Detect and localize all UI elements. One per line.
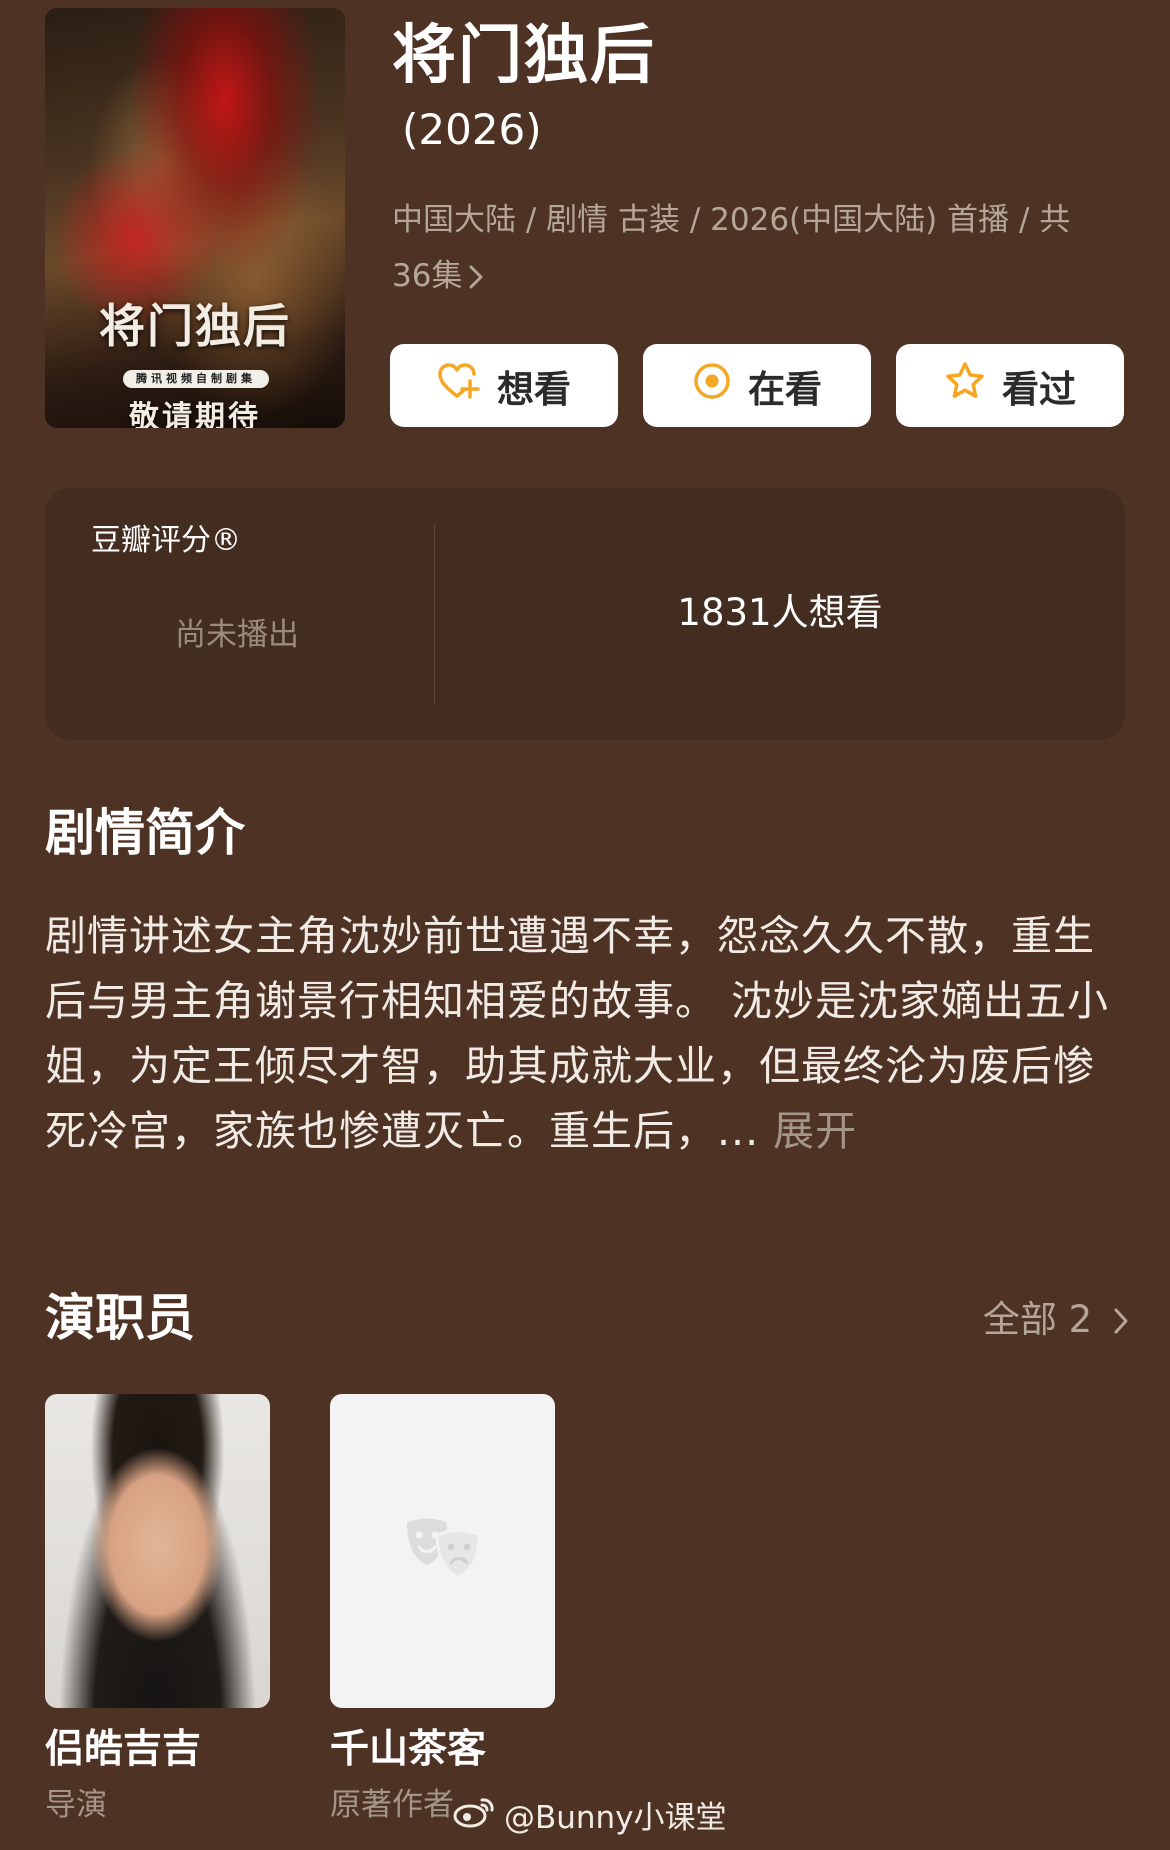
chevron-right-icon	[1104, 1298, 1130, 1341]
poster-image[interactable]: 将门独后 腾讯视频自制剧集 敬请期待	[45, 8, 345, 428]
cast-title: 演职员	[45, 1289, 195, 1347]
weibo-icon	[452, 1794, 504, 1841]
rating-status: 尚未播出	[175, 617, 299, 653]
view-all-label: 全部 2	[982, 1298, 1093, 1341]
cast-photo-author[interactable]	[330, 1394, 555, 1708]
cast-name[interactable]: 侣皓吉吉	[45, 1722, 201, 1778]
view-all-cast-link[interactable]: 全部 2	[983, 1292, 1130, 1348]
poster-title: 将门独后	[99, 299, 291, 353]
synopsis-title: 剧情简介	[45, 804, 245, 862]
cast-photo-director[interactable]	[45, 1394, 270, 1708]
watermark-text: @Bunny小课堂	[504, 1799, 727, 1836]
meta-text: 中国大陆 / 剧情 古装 / 2026(中国大陆) 首播 / 共 36集	[392, 202, 1071, 294]
page-title: 将门独后	[392, 19, 656, 93]
target-circle-icon	[692, 361, 748, 410]
watching-button[interactable]: 在看	[643, 344, 871, 427]
rating-card[interactable]: 豆瓣评分® 尚未播出 1831人想看	[45, 488, 1125, 740]
want-count: 1831人想看	[677, 591, 883, 634]
watching-label: 在看	[748, 367, 822, 411]
synopsis-body: 剧情讲述女主角沈妙前世遭遇不幸，怨念久久不散，重生后与男主角谢景行相知相爱的故事…	[45, 912, 1110, 1155]
douban-rating-label: 豆瓣评分®	[91, 523, 241, 558]
chevron-right-icon	[468, 258, 484, 294]
watermark: @Bunny小课堂	[452, 1794, 727, 1841]
meta-info[interactable]: 中国大陆 / 剧情 古装 / 2026(中国大陆) 首播 / 共 36集	[392, 192, 1112, 304]
synopsis-text[interactable]: 剧情讲述女主角沈妙前世遭遇不幸，怨念久久不散，重生后与男主角谢景行相知相爱的故事…	[45, 904, 1135, 1164]
watched-button[interactable]: 看过	[896, 344, 1124, 427]
cast-role: 原著作者	[330, 1787, 454, 1823]
expand-link[interactable]: 展开	[773, 1107, 857, 1155]
want-to-watch-button[interactable]: 想看	[390, 344, 618, 427]
release-year: (2026)	[402, 105, 542, 154]
want-to-watch-label: 想看	[497, 367, 571, 411]
watched-label: 看过	[1002, 367, 1076, 411]
star-icon	[944, 361, 1002, 410]
poster-badge: 腾讯视频自制剧集	[123, 370, 269, 388]
cast-name[interactable]: 千山茶客	[330, 1722, 486, 1778]
poster-tagline: 敬请期待	[129, 400, 261, 428]
heart-plus-icon	[437, 361, 497, 410]
drama-mask-icon	[401, 1513, 485, 1589]
cast-role: 导演	[45, 1787, 107, 1823]
